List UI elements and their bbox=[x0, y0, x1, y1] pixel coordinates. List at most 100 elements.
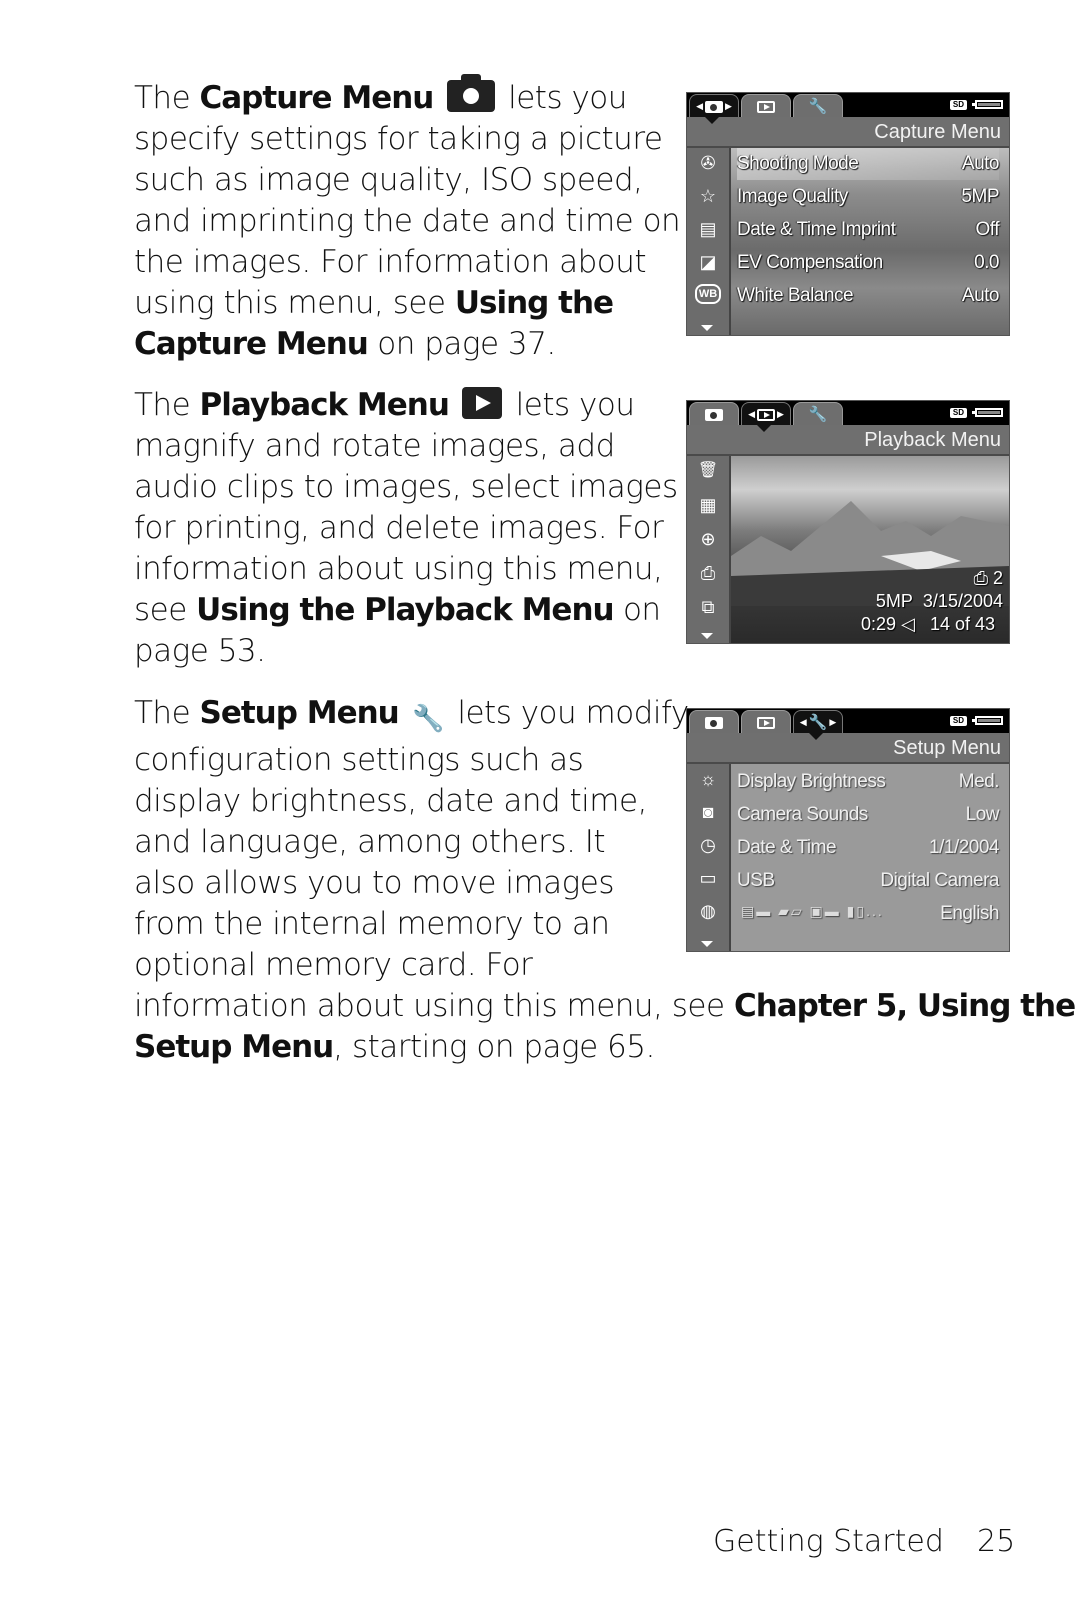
date-imprint-icon: ▤ bbox=[699, 219, 717, 239]
text-line: see Using the Playback Menu on bbox=[134, 590, 678, 631]
menu-item[interactable]: Date & Time Imprint Off bbox=[737, 214, 999, 246]
ev-compensation-icon: ◪ bbox=[699, 252, 717, 272]
menu-item-label: Shooting Mode bbox=[737, 153, 859, 174]
menu-item-label: USB bbox=[737, 870, 775, 891]
menu-item-value: Digital Camera bbox=[880, 870, 999, 891]
menu-title: Setup Menu bbox=[893, 737, 1001, 759]
capture-menu-paragraph: The Capture Menu lets you specify settin… bbox=[134, 74, 681, 365]
text-line: using this menu, see Using the bbox=[134, 283, 680, 324]
text-line: such as image quality, ISO speed, bbox=[134, 162, 643, 198]
tab-indicator-icon bbox=[809, 733, 823, 740]
photo-preview: ⎙ 2 5MP 3/15/2004 0:29 ◁ 14 of 43 bbox=[731, 456, 1009, 643]
sd-card-icon: SD bbox=[949, 408, 967, 418]
sd-card-icon: SD bbox=[949, 716, 967, 726]
mountain-photo bbox=[731, 501, 1009, 606]
menu-list: Shooting Mode Auto Image Quality 5MP Date … bbox=[731, 148, 1009, 335]
text-line: magnify and rotate images, add bbox=[134, 428, 615, 464]
menu-item[interactable]: Shooting Mode Auto bbox=[737, 148, 1000, 180]
scroll-down-icon[interactable] bbox=[701, 941, 713, 947]
right-arrow-icon: ▶ bbox=[829, 717, 837, 727]
left-arrow-icon: ◀ bbox=[748, 409, 755, 419]
trash-icon[interactable]: 🗑 bbox=[695, 460, 721, 482]
menu-item-label: EV Compensation bbox=[737, 252, 883, 273]
text-run: see bbox=[134, 592, 197, 628]
menu-item-value: Low bbox=[965, 804, 1000, 825]
text-line: page 53. bbox=[134, 633, 266, 669]
tab-capture[interactable]: ◀ ▶ bbox=[689, 94, 739, 118]
rotate-icon[interactable]: ⧉ bbox=[695, 596, 721, 618]
tab-setup[interactable]: 🔧 bbox=[793, 402, 843, 426]
menu-item-label: Date & Time bbox=[737, 837, 837, 858]
sd-card-icon: SD bbox=[949, 100, 967, 110]
text-line: information about using this menu, bbox=[134, 551, 663, 587]
text-run: information about using this menu, see bbox=[134, 988, 734, 1024]
play-icon bbox=[757, 408, 775, 421]
cross-reference: Using the bbox=[454, 285, 614, 321]
tab-capture[interactable] bbox=[689, 710, 739, 734]
capture-menu-screen: ◀ ▶ 🔧 SD Capture Menu ✇ ☆ ▤ ◪ WB Shooting… bbox=[686, 92, 1010, 336]
menu-title-bar: Setup Menu bbox=[687, 733, 1009, 764]
play-icon bbox=[757, 100, 775, 113]
tab-playback[interactable] bbox=[741, 710, 791, 734]
cross-reference: Chapter 5, Using the bbox=[733, 988, 1076, 1024]
menu-title: Capture Menu bbox=[874, 121, 1001, 143]
wrench-icon: 🔧 bbox=[412, 704, 444, 734]
text-line: The Capture Menu lets you bbox=[134, 74, 680, 119]
audio-length: 0:29 bbox=[861, 614, 897, 634]
menu-item-value: Med. bbox=[958, 771, 1000, 792]
camera-icon bbox=[705, 716, 723, 729]
menu-item[interactable]: EV Compensation 0.0 bbox=[737, 247, 999, 279]
text-run: using this menu, see bbox=[134, 285, 455, 321]
menu-item[interactable]: Image Quality 5MP bbox=[737, 181, 999, 213]
wrench-icon: 🔧 bbox=[808, 714, 828, 731]
play-icon bbox=[757, 716, 775, 729]
battery-icon bbox=[972, 100, 1003, 109]
text-run: lets you bbox=[506, 387, 635, 423]
print-count-value: 2 bbox=[992, 568, 1003, 588]
text-run: on page 37. bbox=[367, 326, 556, 362]
setup-menu-screen: ◀ 🔧 ▶ SD Setup Menu ☼ ◙ ◷ ▭ ◍ Display Brig… bbox=[686, 708, 1010, 952]
magnify-icon[interactable]: ⊕ bbox=[695, 528, 721, 550]
menu-item-value: 5MP bbox=[961, 186, 999, 207]
tab-playback[interactable] bbox=[741, 94, 791, 118]
playback-menu-paragraph: The Playback Menu lets you magnify and r… bbox=[134, 385, 678, 672]
menu-list: Display Brightness Med. Camera Sounds Low … bbox=[731, 764, 1009, 951]
thumbnails-icon[interactable]: ▦ bbox=[695, 494, 721, 516]
menu-icon-column: 🗑 ▦ ⊕ ⎙ ⧉ bbox=[687, 456, 731, 643]
menu-item-value: English bbox=[940, 903, 999, 924]
right-arrow-icon: ▶ bbox=[725, 101, 732, 111]
date-time-icon: ◷ bbox=[700, 835, 716, 855]
text-run: lets you modify bbox=[448, 695, 689, 731]
image-info: 5MP 3/15/2004 bbox=[876, 591, 1003, 612]
tab-setup[interactable]: ◀ 🔧 ▶ bbox=[793, 710, 843, 734]
menu-item-label: White Balance bbox=[737, 285, 854, 306]
tab-indicator-icon bbox=[705, 117, 719, 124]
cross-reference: Capture Menu bbox=[134, 326, 369, 362]
print-icon[interactable]: ⎙ bbox=[695, 562, 721, 584]
text-line: the images. For information about bbox=[134, 244, 647, 280]
tab-capture[interactable] bbox=[689, 402, 739, 426]
menu-item-label: Display Brightness bbox=[737, 771, 886, 792]
tab-setup[interactable]: 🔧 bbox=[793, 94, 843, 118]
menu-item[interactable]: White Balance Auto bbox=[737, 280, 1000, 312]
footer-section-title: Getting Started bbox=[713, 1524, 944, 1559]
menu-item-label: Image Quality bbox=[737, 186, 848, 207]
text-line: The Playback Menu lets you bbox=[134, 385, 678, 426]
menu-item[interactable]: ▤▬ ▰▱ ▣▬ ▮▯... English bbox=[737, 898, 999, 930]
menu-item-value: 1/1/2004 bbox=[929, 837, 999, 858]
camera-icon bbox=[705, 408, 723, 421]
menu-item[interactable]: USB Digital Camera bbox=[737, 865, 999, 897]
scroll-down-icon[interactable] bbox=[701, 325, 713, 331]
text-line: and imprinting the date and time on bbox=[134, 203, 681, 239]
tab-playback[interactable]: ◀ ▶ bbox=[741, 402, 791, 426]
menu-item[interactable]: Camera Sounds Low bbox=[737, 799, 1000, 831]
menu-item-value: 0.0 bbox=[974, 252, 999, 273]
menu-item[interactable]: Display Brightness Med. bbox=[737, 766, 1000, 798]
text-run: on bbox=[613, 592, 661, 628]
menu-item-value: Off bbox=[975, 219, 1000, 240]
camera-sounds-icon: ◙ bbox=[702, 802, 714, 822]
scroll-down-icon[interactable] bbox=[701, 633, 713, 639]
menu-item[interactable]: Date & Time 1/1/2004 bbox=[737, 832, 999, 864]
print-icon: ⎙ bbox=[973, 568, 988, 588]
menu-title-bar: Playback Menu bbox=[687, 425, 1009, 456]
